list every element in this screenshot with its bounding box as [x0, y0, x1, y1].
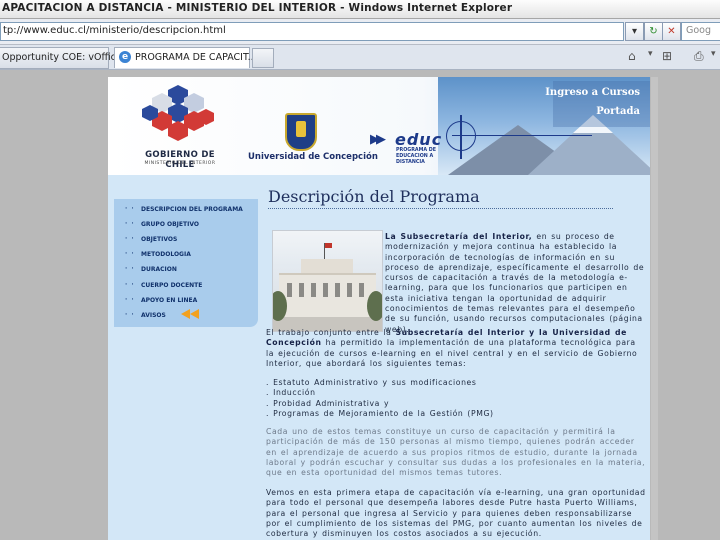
intro-text: en su proceso de modernización y mejora …: [385, 232, 645, 334]
trabajo-text: El trabajo conjunto entre la: [266, 328, 396, 337]
menu-item-apoyo-en-linea[interactable]: · · APOYO EN LINEA: [114, 293, 258, 307]
ingreso-cursos-link[interactable]: Ingreso a Cursos: [545, 87, 640, 98]
print-dropdown-icon[interactable]: ▾: [711, 49, 716, 59]
etapa-paragraph: Vemos en esta primera etapa de capacitac…: [266, 488, 646, 539]
menu-item-grupo-objetivo[interactable]: · · GRUPO OBJETIVO: [114, 217, 258, 231]
tab-programa[interactable]: e PROGRAMA DE CAPACIT...: [114, 47, 257, 68]
print-icon[interactable]: ⎙: [694, 49, 704, 64]
menu-label: CUERPO DOCENTE: [141, 282, 203, 289]
stop-icon[interactable]: ✕: [662, 22, 681, 41]
menu-bullet: · ·: [125, 265, 135, 272]
title-divider: [268, 208, 613, 209]
menu-label: OBJETIVOS: [141, 236, 178, 243]
building: [279, 273, 376, 319]
building-top: [301, 259, 353, 273]
address-url: tp://www.educ.cl/ministerio/descripcion.…: [3, 25, 226, 36]
educ-arrows-icon: ▶▶: [370, 132, 386, 147]
sidebar-menu: · · DESCRIPCION DEL PROGRAMA · · GRUPO O…: [114, 199, 258, 327]
educ-sub: PROGRAMA DE EDUCACION A DISTANCIA: [396, 148, 437, 165]
menu-item-avisos[interactable]: · · AVISOS: [114, 308, 258, 322]
new-tab-button[interactable]: [252, 48, 274, 68]
menu-label: GRUPO OBJETIVO: [141, 221, 199, 228]
topics-list: . Estatuto Administrativo y sus modifica…: [266, 378, 646, 419]
site-header: Ingreso a Cursos Portada GOBIERNO DE CHI…: [108, 77, 650, 175]
menu-label: APOYO EN LINEA: [141, 297, 198, 304]
window-title: APACITACION A DISTANCIA - MINISTERIO DEL…: [2, 2, 513, 14]
menu-label: METODOLOGIA: [141, 251, 191, 258]
menu-bullet: · ·: [125, 205, 135, 212]
menu-item-metodologia[interactable]: · · METODOLOGIA: [114, 247, 258, 261]
menu-bullet: · ·: [125, 311, 135, 318]
address-bar[interactable]: tp://www.educ.cl/ministerio/descripcion.…: [0, 22, 624, 41]
menu-bullet: · ·: [125, 296, 135, 303]
tree: [367, 291, 382, 321]
ie-icon: e: [119, 51, 131, 63]
udec-shield-icon: [285, 113, 317, 151]
menu-label: AVISOS: [141, 312, 166, 319]
menu-item-objetivos[interactable]: · · OBJETIVOS: [114, 232, 258, 246]
menu-bullet: · ·: [125, 250, 135, 257]
menu-bullet: · ·: [125, 220, 135, 227]
search-input[interactable]: Goog: [681, 22, 720, 41]
tab-bar: Opportunity COE: vOffice 10 e PROGRAMA D…: [0, 45, 720, 70]
tab-opportunity[interactable]: Opportunity COE: vOffice 10: [0, 47, 137, 69]
intro-paragraph: La Subsecretaría del Interior, en su pro…: [385, 232, 645, 335]
menu-item-descripcion[interactable]: · · DESCRIPCION DEL PROGRAMA: [114, 202, 258, 216]
palacio-photo: [272, 230, 383, 332]
search-placeholder: Goog: [686, 25, 712, 36]
udec-name: Universidad de Concepción: [248, 152, 378, 162]
menu-bullet: · ·: [125, 235, 135, 242]
home-icon[interactable]: ⌂: [628, 49, 636, 63]
educ-line: [452, 135, 592, 136]
feeds-icon[interactable]: ⊞: [662, 49, 672, 63]
gobierno-logo-icon: [142, 85, 214, 141]
arrow-left-icon: [181, 309, 190, 319]
gobierno-name: GOBIERNO DE CHILE: [145, 150, 215, 170]
home-dropdown-icon[interactable]: ▾: [648, 49, 653, 59]
refresh-icon[interactable]: ↻: [644, 22, 663, 41]
educ-line: [460, 115, 462, 159]
topic-item: . Estatuto Administrativo y sus modifica…: [266, 378, 477, 387]
menu-item-cuerpo-docente[interactable]: · · CUERPO DOCENTE: [114, 278, 258, 292]
topic-item: . Programas de Mejoramiento de la Gestió…: [266, 408, 494, 418]
topic-item: . Probidad Administrativa y: [266, 398, 390, 408]
address-toolbar: tp://www.educ.cl/ministerio/descripcion.…: [0, 19, 720, 45]
window-titlebar: APACITACION A DISTANCIA - MINISTERIO DEL…: [0, 0, 720, 19]
gobierno-sub: MINISTERIO DEL INTERIOR: [144, 161, 216, 166]
topic-item: . Inducción: [266, 388, 316, 398]
web-page: Ingreso a Cursos Portada GOBIERNO DE CHI…: [108, 77, 650, 540]
flag-icon: [325, 243, 332, 248]
menu-bullet: · ·: [125, 281, 135, 288]
intro-bold: La Subsecretaría del Interior,: [385, 232, 533, 241]
cursos-paragraph: Cada uno de estos temas constituye un cu…: [266, 427, 646, 478]
page-scrollbar[interactable]: [651, 77, 658, 540]
address-dropdown-button[interactable]: ▾: [625, 22, 644, 41]
arrow-left-icon: [190, 309, 199, 319]
page-title: Descripción del Programa: [268, 187, 480, 206]
menu-label: DESCRIPCION DEL PROGRAMA: [141, 206, 243, 213]
educ-logo: educ: [395, 130, 443, 149]
tab-label: PROGRAMA DE CAPACIT...: [135, 52, 257, 63]
menu-label: DURACION: [141, 266, 177, 273]
trabajo-paragraph: El trabajo conjunto entre la Subsecretar…: [266, 328, 646, 369]
portada-link[interactable]: Portada: [596, 106, 640, 117]
trabajo-text: ha permitido la implementación de una pl…: [266, 338, 638, 368]
menu-item-duracion[interactable]: · · DURACION: [114, 262, 258, 276]
